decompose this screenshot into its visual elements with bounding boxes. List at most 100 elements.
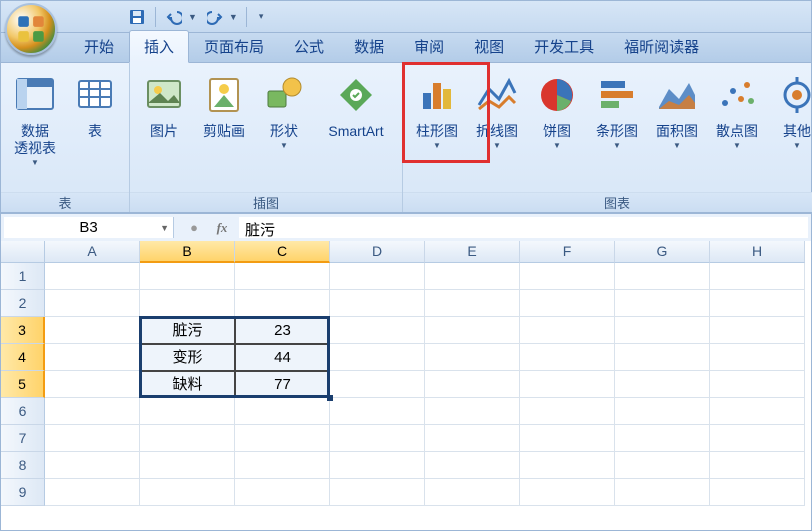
- cell-H4[interactable]: [710, 344, 805, 371]
- cell-H7[interactable]: [710, 425, 805, 452]
- tab-插入[interactable]: 插入: [129, 30, 189, 63]
- column-header-E[interactable]: E: [425, 241, 520, 263]
- cell-A4[interactable]: [45, 344, 140, 371]
- cell-B4[interactable]: 变形: [140, 344, 235, 371]
- ribbon-column-button[interactable]: 柱形图▼: [409, 67, 465, 150]
- ribbon-table-button[interactable]: 表: [67, 67, 123, 140]
- spreadsheet-grid[interactable]: ABCDEFGH123脏污234变形445缺料776789: [1, 241, 811, 506]
- redo-button[interactable]: [203, 5, 227, 29]
- cell-F9[interactable]: [520, 479, 615, 506]
- cell-F6[interactable]: [520, 398, 615, 425]
- tab-页面布局[interactable]: 页面布局: [189, 30, 279, 62]
- cell-B1[interactable]: [140, 263, 235, 290]
- row-header-1[interactable]: 1: [1, 263, 45, 290]
- cell-B6[interactable]: [140, 398, 235, 425]
- cell-C1[interactable]: [235, 263, 330, 290]
- row-header-8[interactable]: 8: [1, 452, 45, 479]
- cell-F1[interactable]: [520, 263, 615, 290]
- formula-input[interactable]: 脏污: [239, 217, 808, 238]
- cell-A7[interactable]: [45, 425, 140, 452]
- cell-C3[interactable]: 23: [235, 317, 330, 344]
- qat-customize-icon[interactable]: ▾: [259, 11, 264, 22]
- undo-button[interactable]: [162, 5, 186, 29]
- cell-C6[interactable]: [235, 398, 330, 425]
- cell-D3[interactable]: [330, 317, 425, 344]
- row-header-3[interactable]: 3: [1, 317, 45, 344]
- ribbon-shapes-button[interactable]: 形状▼: [256, 67, 312, 150]
- tab-审阅[interactable]: 审阅: [399, 30, 459, 62]
- cell-G9[interactable]: [615, 479, 710, 506]
- tab-数据[interactable]: 数据: [339, 30, 399, 62]
- cell-H3[interactable]: [710, 317, 805, 344]
- cell-D4[interactable]: [330, 344, 425, 371]
- cell-A6[interactable]: [45, 398, 140, 425]
- ribbon-smartart-button[interactable]: SmartArt: [316, 67, 396, 140]
- cell-A5[interactable]: [45, 371, 140, 398]
- cell-G4[interactable]: [615, 344, 710, 371]
- cell-F4[interactable]: [520, 344, 615, 371]
- ribbon-pivot-button[interactable]: 数据 透视表▼: [7, 67, 63, 167]
- cell-D1[interactable]: [330, 263, 425, 290]
- cell-F8[interactable]: [520, 452, 615, 479]
- cell-F2[interactable]: [520, 290, 615, 317]
- ribbon-picture-button[interactable]: 图片: [136, 67, 192, 140]
- cell-F5[interactable]: [520, 371, 615, 398]
- cell-A9[interactable]: [45, 479, 140, 506]
- cell-H6[interactable]: [710, 398, 805, 425]
- cell-C9[interactable]: [235, 479, 330, 506]
- save-button[interactable]: [125, 5, 149, 29]
- ribbon-other-button[interactable]: 其他▼: [769, 67, 812, 150]
- cell-H5[interactable]: [710, 371, 805, 398]
- cell-E2[interactable]: [425, 290, 520, 317]
- cell-A2[interactable]: [45, 290, 140, 317]
- cell-G8[interactable]: [615, 452, 710, 479]
- cell-D5[interactable]: [330, 371, 425, 398]
- ribbon-line-button[interactable]: 折线图▼: [469, 67, 525, 150]
- cell-H8[interactable]: [710, 452, 805, 479]
- row-header-2[interactable]: 2: [1, 290, 45, 317]
- cell-G7[interactable]: [615, 425, 710, 452]
- cell-C4[interactable]: 44: [235, 344, 330, 371]
- ribbon-bar-button[interactable]: 条形图▼: [589, 67, 645, 150]
- cell-C8[interactable]: [235, 452, 330, 479]
- cell-E7[interactable]: [425, 425, 520, 452]
- tab-开发工具[interactable]: 开发工具: [519, 30, 609, 62]
- redo-dropdown-icon[interactable]: ▼: [229, 12, 238, 22]
- fx-button[interactable]: fx: [211, 220, 233, 236]
- cell-E5[interactable]: [425, 371, 520, 398]
- cell-A8[interactable]: [45, 452, 140, 479]
- cell-H2[interactable]: [710, 290, 805, 317]
- cell-D6[interactable]: [330, 398, 425, 425]
- cell-D8[interactable]: [330, 452, 425, 479]
- cell-E1[interactable]: [425, 263, 520, 290]
- ribbon-clipart-button[interactable]: 剪贴画: [196, 67, 252, 140]
- cell-A3[interactable]: [45, 317, 140, 344]
- cell-B7[interactable]: [140, 425, 235, 452]
- cell-F7[interactable]: [520, 425, 615, 452]
- cell-D2[interactable]: [330, 290, 425, 317]
- column-header-A[interactable]: A: [45, 241, 140, 263]
- cell-G1[interactable]: [615, 263, 710, 290]
- cell-E9[interactable]: [425, 479, 520, 506]
- cell-G3[interactable]: [615, 317, 710, 344]
- cell-D9[interactable]: [330, 479, 425, 506]
- column-header-B[interactable]: B: [140, 241, 235, 263]
- cancel-button[interactable]: ●: [183, 220, 205, 235]
- cell-C7[interactable]: [235, 425, 330, 452]
- cell-E8[interactable]: [425, 452, 520, 479]
- ribbon-scatter-button[interactable]: 散点图▼: [709, 67, 765, 150]
- undo-dropdown-icon[interactable]: ▼: [188, 12, 197, 22]
- cell-E4[interactable]: [425, 344, 520, 371]
- cell-H1[interactable]: [710, 263, 805, 290]
- column-header-G[interactable]: G: [615, 241, 710, 263]
- tab-视图[interactable]: 视图: [459, 30, 519, 62]
- row-header-7[interactable]: 7: [1, 425, 45, 452]
- office-orb-button[interactable]: [5, 3, 57, 55]
- column-header-D[interactable]: D: [330, 241, 425, 263]
- cell-B9[interactable]: [140, 479, 235, 506]
- cell-G5[interactable]: [615, 371, 710, 398]
- row-header-6[interactable]: 6: [1, 398, 45, 425]
- cell-E6[interactable]: [425, 398, 520, 425]
- name-box[interactable]: B3 ▼: [4, 217, 174, 238]
- cell-A1[interactable]: [45, 263, 140, 290]
